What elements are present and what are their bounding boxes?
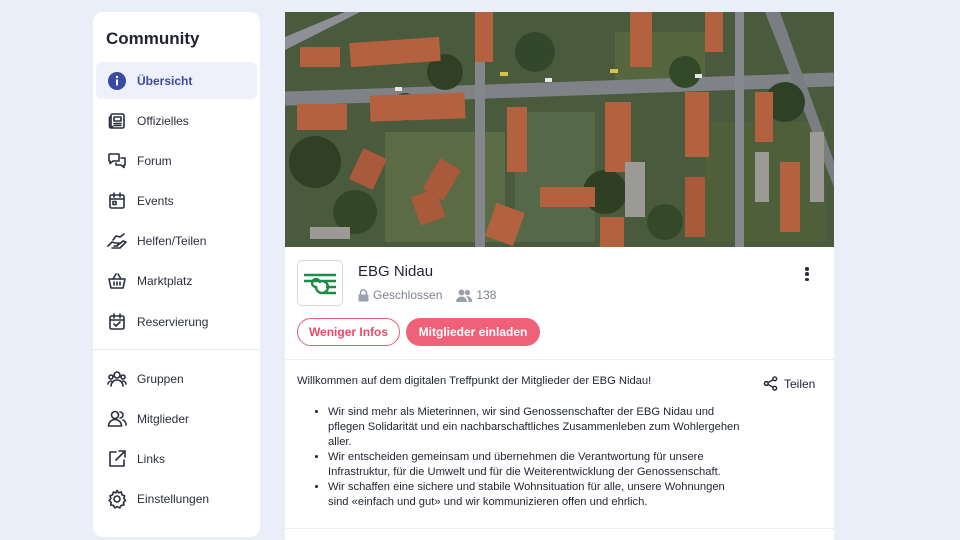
groups-icon	[106, 368, 128, 390]
external-link-icon	[106, 448, 128, 470]
member-count: 138	[476, 288, 497, 302]
share-label: Teilen	[784, 376, 816, 391]
section-divider	[285, 528, 834, 529]
sidebar-item-label: Einstellungen	[137, 492, 210, 507]
sidebar-item-label: Events	[137, 194, 174, 209]
sidebar-item-label: Offizielles	[137, 113, 189, 128]
chat-bubbles-icon	[106, 150, 128, 172]
sidebar-item-events[interactable]: Events	[96, 183, 257, 220]
group-description: Willkommen auf dem digitalen Treffpunkt …	[297, 374, 747, 510]
sidebar-nav: Übersicht Offizielles Forum Events Helfe…	[93, 62, 260, 521]
gear-icon	[106, 488, 128, 510]
sidebar-item-links[interactable]: Links	[96, 441, 257, 478]
group-logo	[297, 260, 343, 306]
group-meta: Geschlossen 138	[358, 288, 496, 302]
info-icon	[106, 70, 128, 92]
sidebar-item-offizielles[interactable]: Offizielles	[96, 102, 257, 139]
invite-members-button[interactable]: Mitglieder einladen	[406, 318, 540, 346]
list-item: Wir schaffen eine sichere und stabile Wo…	[328, 480, 747, 510]
sidebar-item-label: Reservierung	[137, 314, 209, 329]
sidebar-item-label: Links	[137, 452, 166, 466]
description-intro: Willkommen auf dem digitalen Treffpunkt …	[297, 375, 652, 387]
sidebar-divider	[93, 349, 260, 351]
cover-image	[285, 12, 834, 247]
sidebar-item-label: Helfen/Teilen	[137, 234, 207, 249]
lock-icon	[358, 288, 369, 301]
sidebar-item-label: Forum	[137, 153, 172, 168]
members-icon	[106, 408, 128, 430]
sidebar-item-forum[interactable]: Forum	[96, 142, 257, 179]
sidebar-item-einstellungen[interactable]: Einstellungen	[96, 481, 257, 518]
sidebar-item-helfen-teilen[interactable]: Helfen/Teilen	[96, 223, 257, 260]
description-list: Wir sind mehr als Mieterinnen, wir sind …	[297, 405, 747, 510]
less-info-button[interactable]: Weniger Infos	[297, 318, 400, 346]
group-privacy: Geschlossen	[373, 288, 443, 302]
sidebar-title: Community	[106, 29, 200, 48]
list-item: Wir sind mehr als Mieterinnen, wir sind …	[328, 405, 747, 450]
sidebar-item-gruppen[interactable]: Gruppen	[96, 360, 257, 397]
newspaper-icon	[106, 110, 128, 132]
list-item: Wir entscheiden gemeinsam und übernehmen…	[328, 450, 747, 480]
calendar-check-icon	[106, 311, 128, 333]
sidebar-item-label: Gruppen	[137, 371, 184, 386]
sidebar-item-reservierung[interactable]: Reservierung	[96, 303, 257, 340]
sidebar-item-uebersicht[interactable]: Übersicht	[96, 62, 257, 99]
sidebar-item-label: Marktplatz	[137, 274, 193, 289]
members-icon	[456, 289, 473, 302]
sidebar-item-marktplatz[interactable]: Marktplatz	[96, 263, 257, 300]
section-divider	[285, 359, 834, 360]
share-button[interactable]: Teilen	[763, 376, 815, 391]
group-name: EBG Nidau	[358, 263, 434, 280]
helping-hand-icon	[106, 230, 128, 252]
sidebar-item-label: Mitglieder	[137, 411, 190, 426]
sidebar-item-label: Übersicht	[137, 73, 193, 88]
sidebar-item-mitglieder[interactable]: Mitglieder	[96, 400, 257, 437]
more-options-icon[interactable]	[800, 265, 814, 283]
sidebar: Community Übersicht Offizielles Forum Ev…	[93, 12, 260, 537]
basket-icon	[106, 270, 128, 292]
calendar-icon	[106, 190, 128, 212]
group-card: EBG Nidau Geschlossen 138 Weniger Infos …	[285, 12, 834, 540]
group-header: EBG Nidau Geschlossen 138 Weniger Infos …	[285, 247, 834, 359]
share-icon	[763, 376, 778, 391]
